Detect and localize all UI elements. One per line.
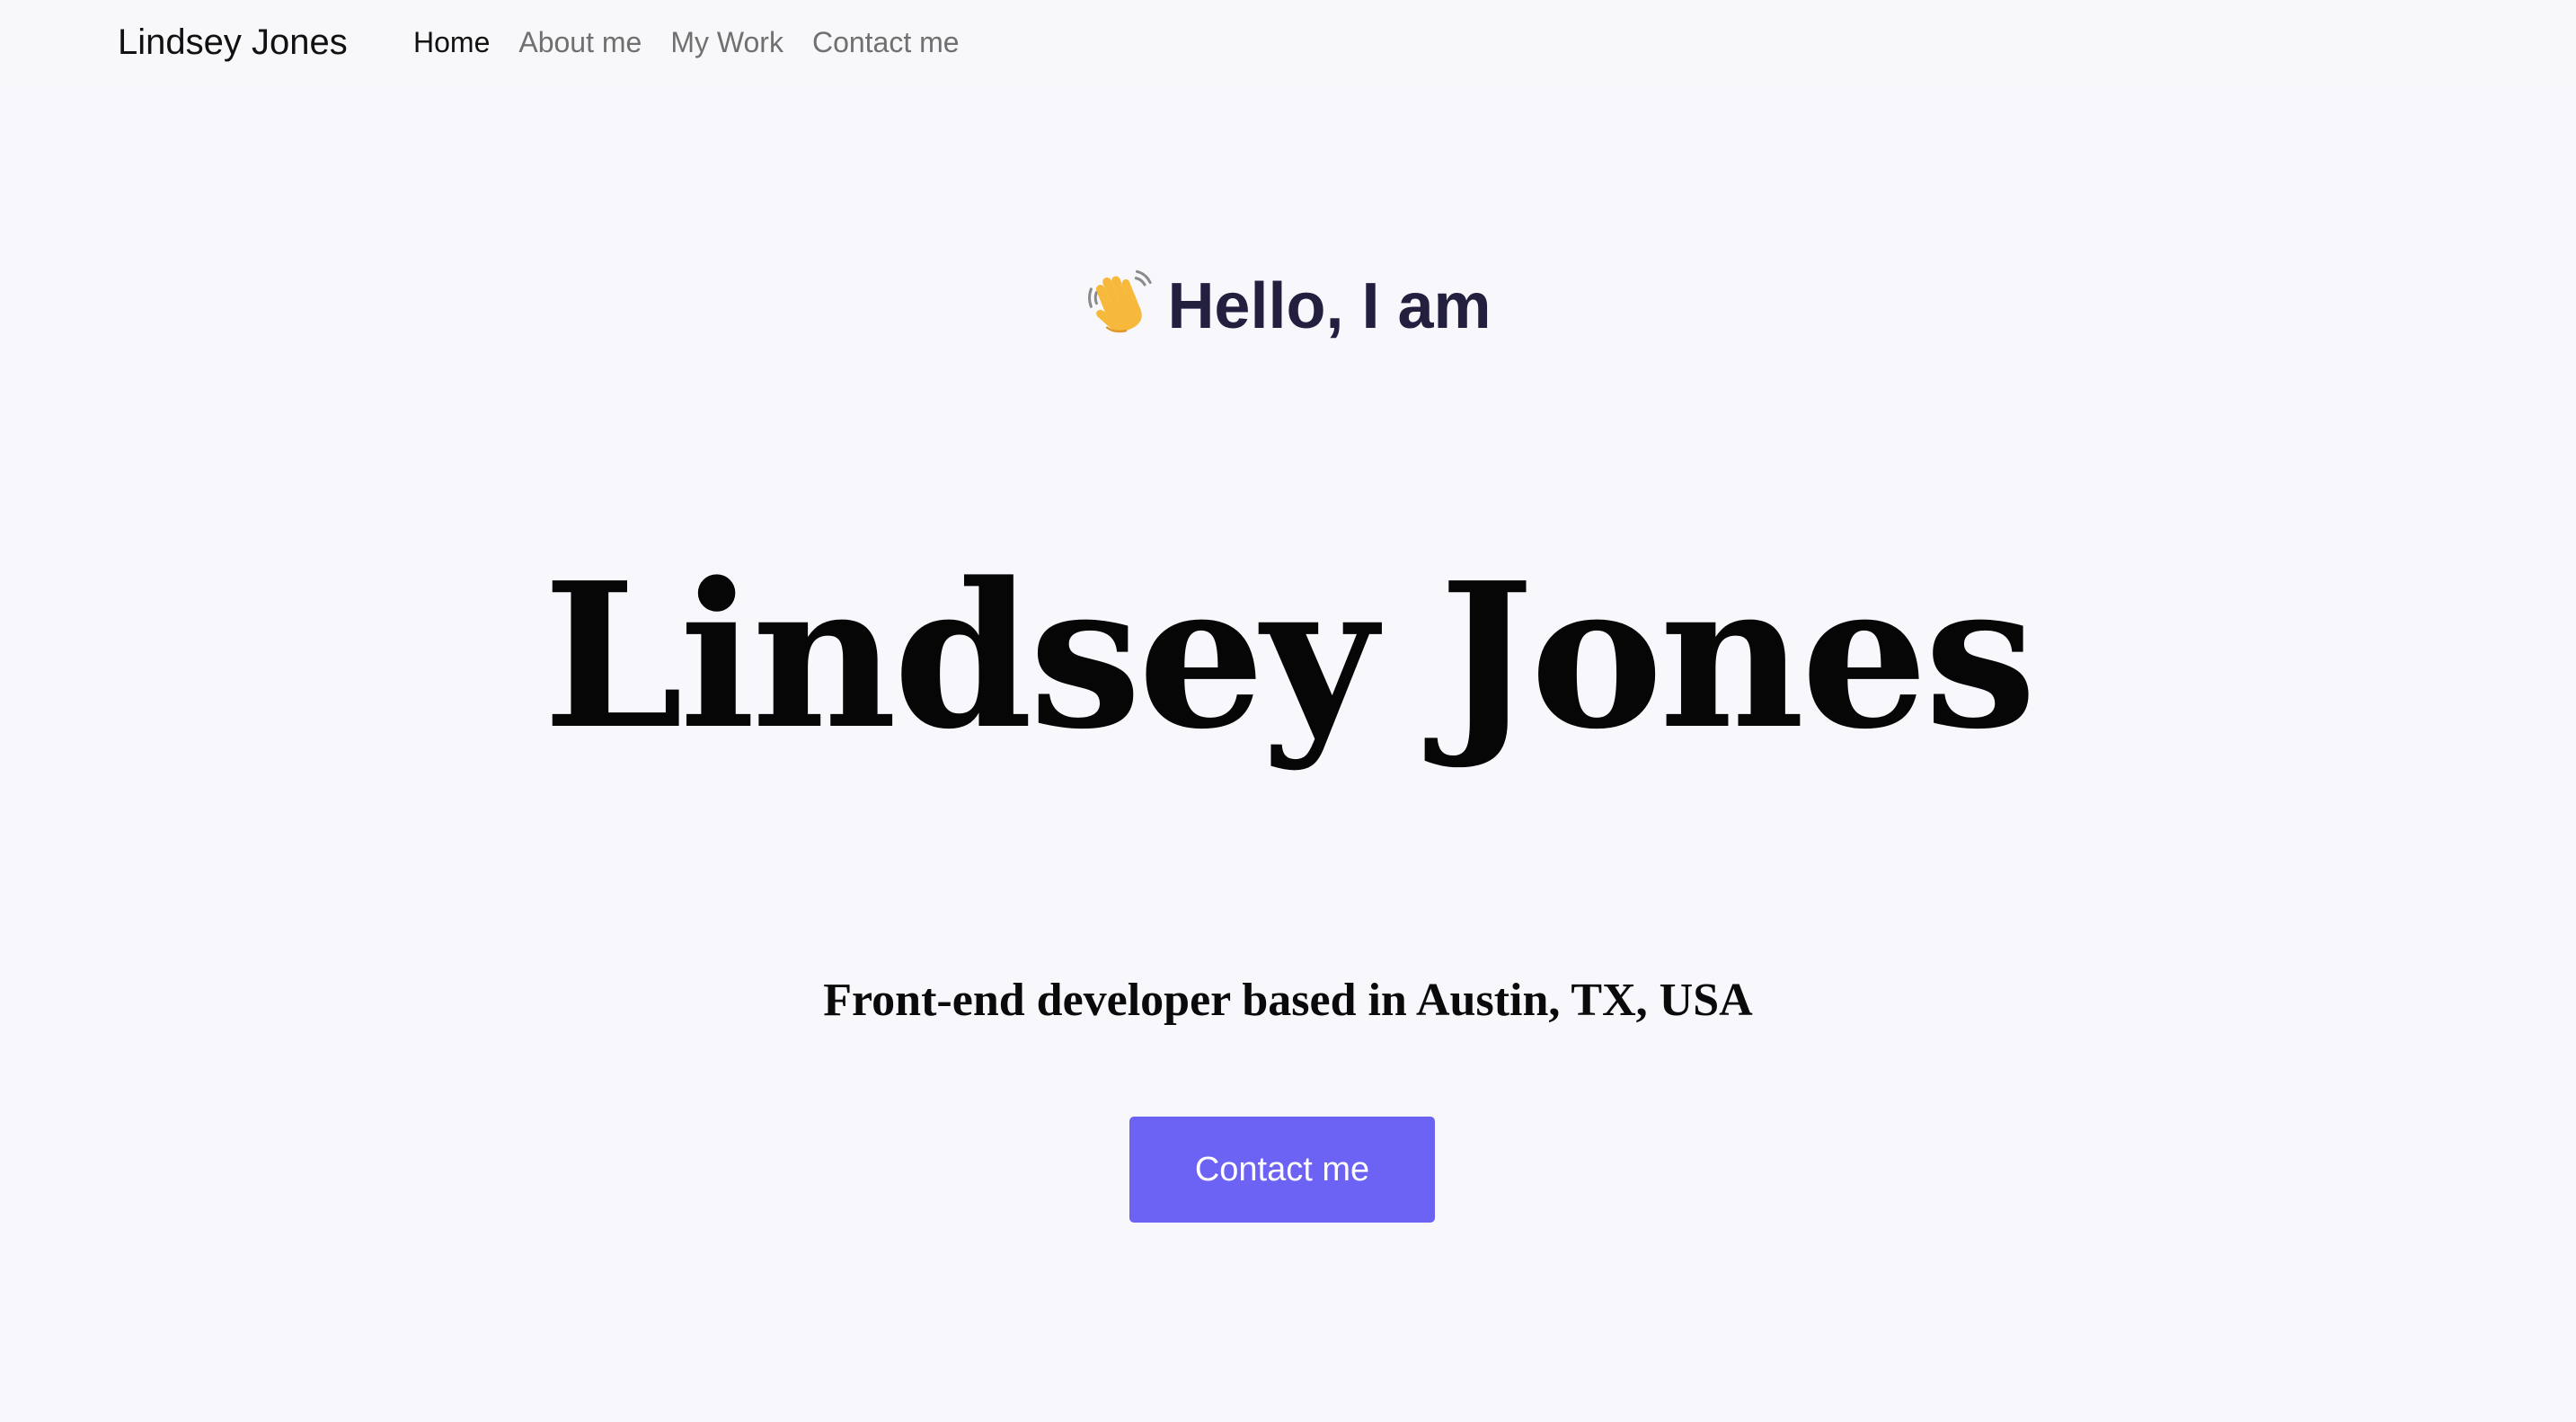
greeting-text: Hello, I am (1167, 270, 1492, 342)
navbar: Lindsey Jones Home About me My Work Cont… (0, 0, 2576, 86)
hero-section: Hello, I am Lindsey Jones Front-end deve… (0, 86, 2576, 1422)
tagline: Front-end developer based in Austin, TX,… (823, 975, 1753, 1026)
nav-link-contact-me[interactable]: Contact me (812, 22, 960, 62)
nav-link-about-me[interactable]: About me (518, 22, 642, 62)
nav-links: Home About me My Work Contact me (413, 22, 960, 62)
contact-me-button[interactable]: Contact me (1129, 1117, 1435, 1223)
nav-link-home[interactable]: Home (413, 22, 490, 62)
waving-hand-icon (1088, 269, 1153, 333)
brand-link[interactable]: Lindsey Jones (118, 19, 348, 66)
greeting: Hello, I am (0, 265, 2576, 347)
hero-name: Lindsey Jones (543, 540, 2036, 773)
nav-link-my-work[interactable]: My Work (670, 22, 783, 62)
